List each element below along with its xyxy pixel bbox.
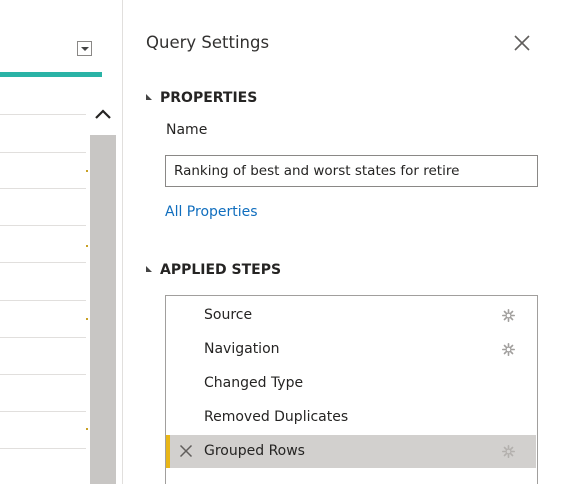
grid-row-line	[0, 114, 86, 115]
step-removed-duplicates[interactable]: Removed Duplicates	[167, 401, 536, 434]
close-icon[interactable]	[511, 32, 533, 54]
step-changed-type[interactable]: Changed Type	[167, 367, 536, 400]
step-grouped-rows[interactable]: Grouped Rows	[166, 435, 536, 468]
gear-icon[interactable]	[502, 343, 515, 356]
grid-row-line	[0, 374, 86, 375]
applied-steps-heading: APPLIED STEPS	[160, 262, 282, 278]
applied-steps-list: Source Navigation Changed Type Removed D…	[165, 295, 538, 484]
query-name-input[interactable]	[165, 155, 538, 187]
data-grid-pane	[0, 0, 118, 484]
step-label: Navigation	[204, 341, 280, 357]
properties-heading: PROPERTIES	[160, 90, 258, 106]
grid-row-line	[0, 448, 86, 449]
scroll-up-chevron-icon[interactable]	[94, 106, 112, 120]
pane-divider[interactable]	[122, 0, 123, 484]
properties-section-header[interactable]: PROPERTIES	[146, 90, 257, 106]
column-filter-dropdown-icon[interactable]	[77, 41, 92, 56]
name-label: Name	[166, 122, 208, 138]
grid-row-line	[0, 152, 86, 153]
step-label: Changed Type	[204, 375, 304, 391]
grid-row-line	[0, 411, 86, 412]
grid-row-line	[0, 300, 86, 301]
grid-row-line	[0, 262, 86, 263]
query-settings-title: Query Settings	[146, 33, 270, 52]
all-properties-link[interactable]: All Properties	[165, 204, 258, 220]
scrollbar-thumb[interactable]	[90, 135, 116, 484]
gear-icon[interactable]	[502, 309, 515, 322]
grid-row-line	[0, 337, 86, 338]
step-label: Grouped Rows	[204, 443, 305, 459]
step-label: Removed Duplicates	[204, 409, 349, 425]
grid-row-line	[0, 188, 86, 189]
collapse-triangle-icon[interactable]	[146, 94, 152, 100]
step-label: Source	[204, 307, 253, 323]
step-source[interactable]: Source	[167, 299, 536, 332]
delete-step-icon[interactable]	[179, 444, 193, 458]
grid-row-line	[0, 225, 86, 226]
step-navigation[interactable]: Navigation	[167, 333, 536, 366]
applied-steps-section-header[interactable]: APPLIED STEPS	[146, 262, 281, 278]
gear-icon[interactable]	[502, 445, 515, 458]
collapse-triangle-icon[interactable]	[146, 266, 152, 272]
